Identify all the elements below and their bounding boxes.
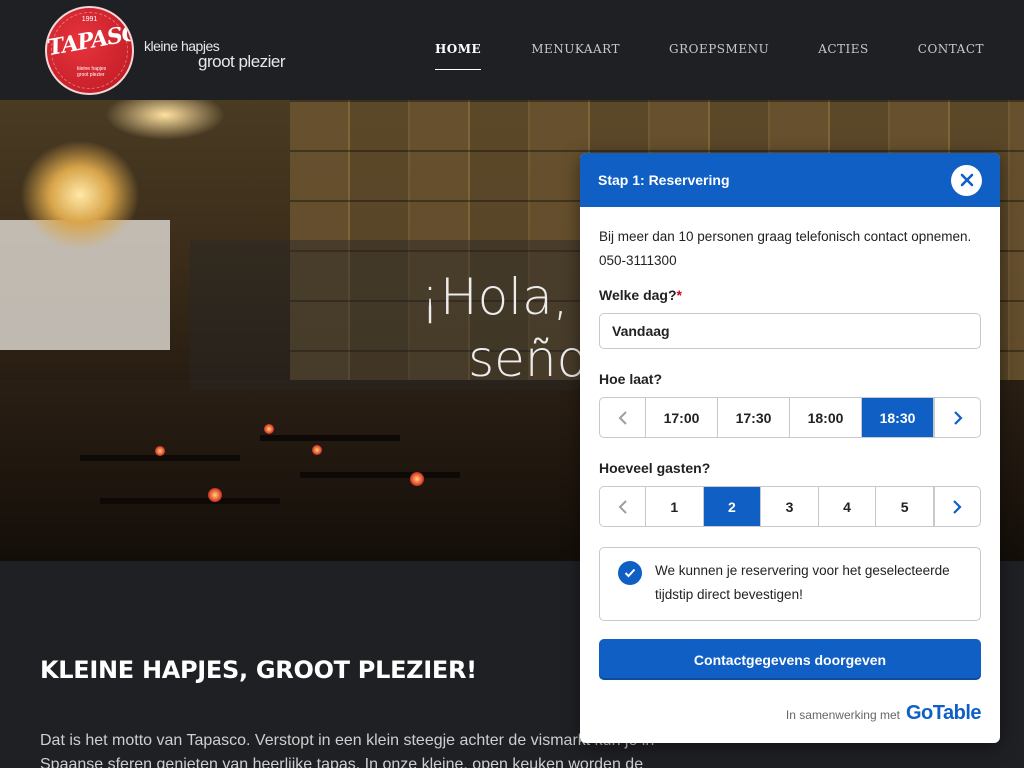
- main-nav: HOME MENUKAART GROEPSMENU ACTIES CONTACT: [434, 42, 984, 70]
- widget-info: Bij meer dan 10 personen graag telefonis…: [599, 229, 972, 268]
- site-header: 1991 TAPASCO kleine hapjes groot plezier…: [0, 0, 1024, 100]
- chevron-left-icon: [618, 410, 627, 425]
- guests-next-button[interactable]: [933, 487, 980, 526]
- tapasco-logo[interactable]: 1991 TAPASCO kleine hapjes groot plezier: [45, 6, 134, 95]
- time-option[interactable]: 18:00: [790, 398, 862, 437]
- guests-prev-button[interactable]: [600, 487, 646, 526]
- time-option-selected[interactable]: 18:30: [862, 398, 934, 437]
- guests-label: Hoeveel gasten?: [599, 460, 711, 476]
- guests-option[interactable]: 3: [761, 487, 819, 526]
- widget-title: Stap 1: Reservering: [598, 172, 730, 188]
- time-prev-button[interactable]: [600, 398, 646, 437]
- chevron-right-icon: [953, 410, 963, 425]
- tagline-line-2: groot plezier: [198, 52, 286, 71]
- nav-menukaart[interactable]: MENUKAART: [531, 42, 620, 62]
- chevron-right-icon: [953, 499, 963, 514]
- widget-body: Bij meer dan 10 personen graag telefonis…: [580, 207, 1000, 680]
- chandelier-top-icon: [105, 100, 225, 140]
- site-tagline: kleine hapjes groot plezier: [144, 38, 286, 72]
- guests-option-selected[interactable]: 2: [703, 487, 762, 526]
- chevron-left-icon: [618, 499, 627, 514]
- day-select[interactable]: Vandaag: [599, 313, 981, 349]
- chandelier-icon: [20, 140, 140, 250]
- time-next-button[interactable]: [934, 398, 980, 437]
- nav-home[interactable]: HOME: [434, 42, 482, 70]
- gotable-logo[interactable]: GoTable: [906, 702, 982, 725]
- confirmation-text: We kunnen je reservering voor het gesele…: [655, 563, 950, 602]
- confirmation-notice: We kunnen je reservering voor het gesele…: [599, 547, 981, 621]
- hero-table: [100, 498, 280, 504]
- widget-footer: In samenwerking met GoTable: [785, 702, 982, 725]
- guests-selector: 1 2 3 4 5: [599, 486, 981, 527]
- content-title: KLEINE HAPJES, GROOT PLEZIER!: [40, 656, 477, 684]
- time-selector: 17:00 17:30 18:00 18:30: [599, 397, 981, 438]
- time-label: Hoe laat?: [599, 371, 663, 387]
- logo-small-text: kleine hapjes groot plezier: [77, 66, 107, 78]
- candle-icon: [312, 445, 322, 455]
- hero-table: [300, 472, 460, 478]
- candle-icon: [264, 424, 274, 434]
- guests-option[interactable]: 1: [646, 487, 704, 526]
- guests-option[interactable]: 5: [876, 487, 934, 526]
- required-marker: *: [676, 287, 682, 303]
- guests-option[interactable]: 4: [819, 487, 877, 526]
- nav-groepsmenu[interactable]: GROEPSMENU: [669, 42, 769, 62]
- widget-header: Stap 1: Reservering: [580, 153, 1000, 207]
- content-text: Dat is het motto van Tapasco. Verstopt i…: [40, 732, 655, 768]
- candle-icon: [410, 472, 424, 486]
- day-label-text: Welke dag?: [599, 287, 677, 303]
- candle-icon: [155, 446, 165, 456]
- day-label: Welke dag?*: [599, 287, 981, 303]
- close-icon: [960, 173, 973, 187]
- reservation-widget: Stap 1: Reservering Bij meer dan 10 pers…: [580, 153, 1000, 743]
- footer-partner-text: In samenwerking met: [785, 708, 900, 722]
- close-button[interactable]: [951, 164, 982, 196]
- contact-details-button[interactable]: Contactgegevens doorgeven: [599, 639, 981, 680]
- nav-acties[interactable]: ACTIES: [818, 42, 869, 62]
- candle-icon: [208, 488, 222, 502]
- time-option[interactable]: 17:30: [718, 398, 790, 437]
- check-icon: [618, 561, 642, 585]
- nav-contact[interactable]: CONTACT: [918, 42, 984, 62]
- hero-table: [260, 435, 400, 441]
- time-option[interactable]: 17:00: [646, 398, 718, 437]
